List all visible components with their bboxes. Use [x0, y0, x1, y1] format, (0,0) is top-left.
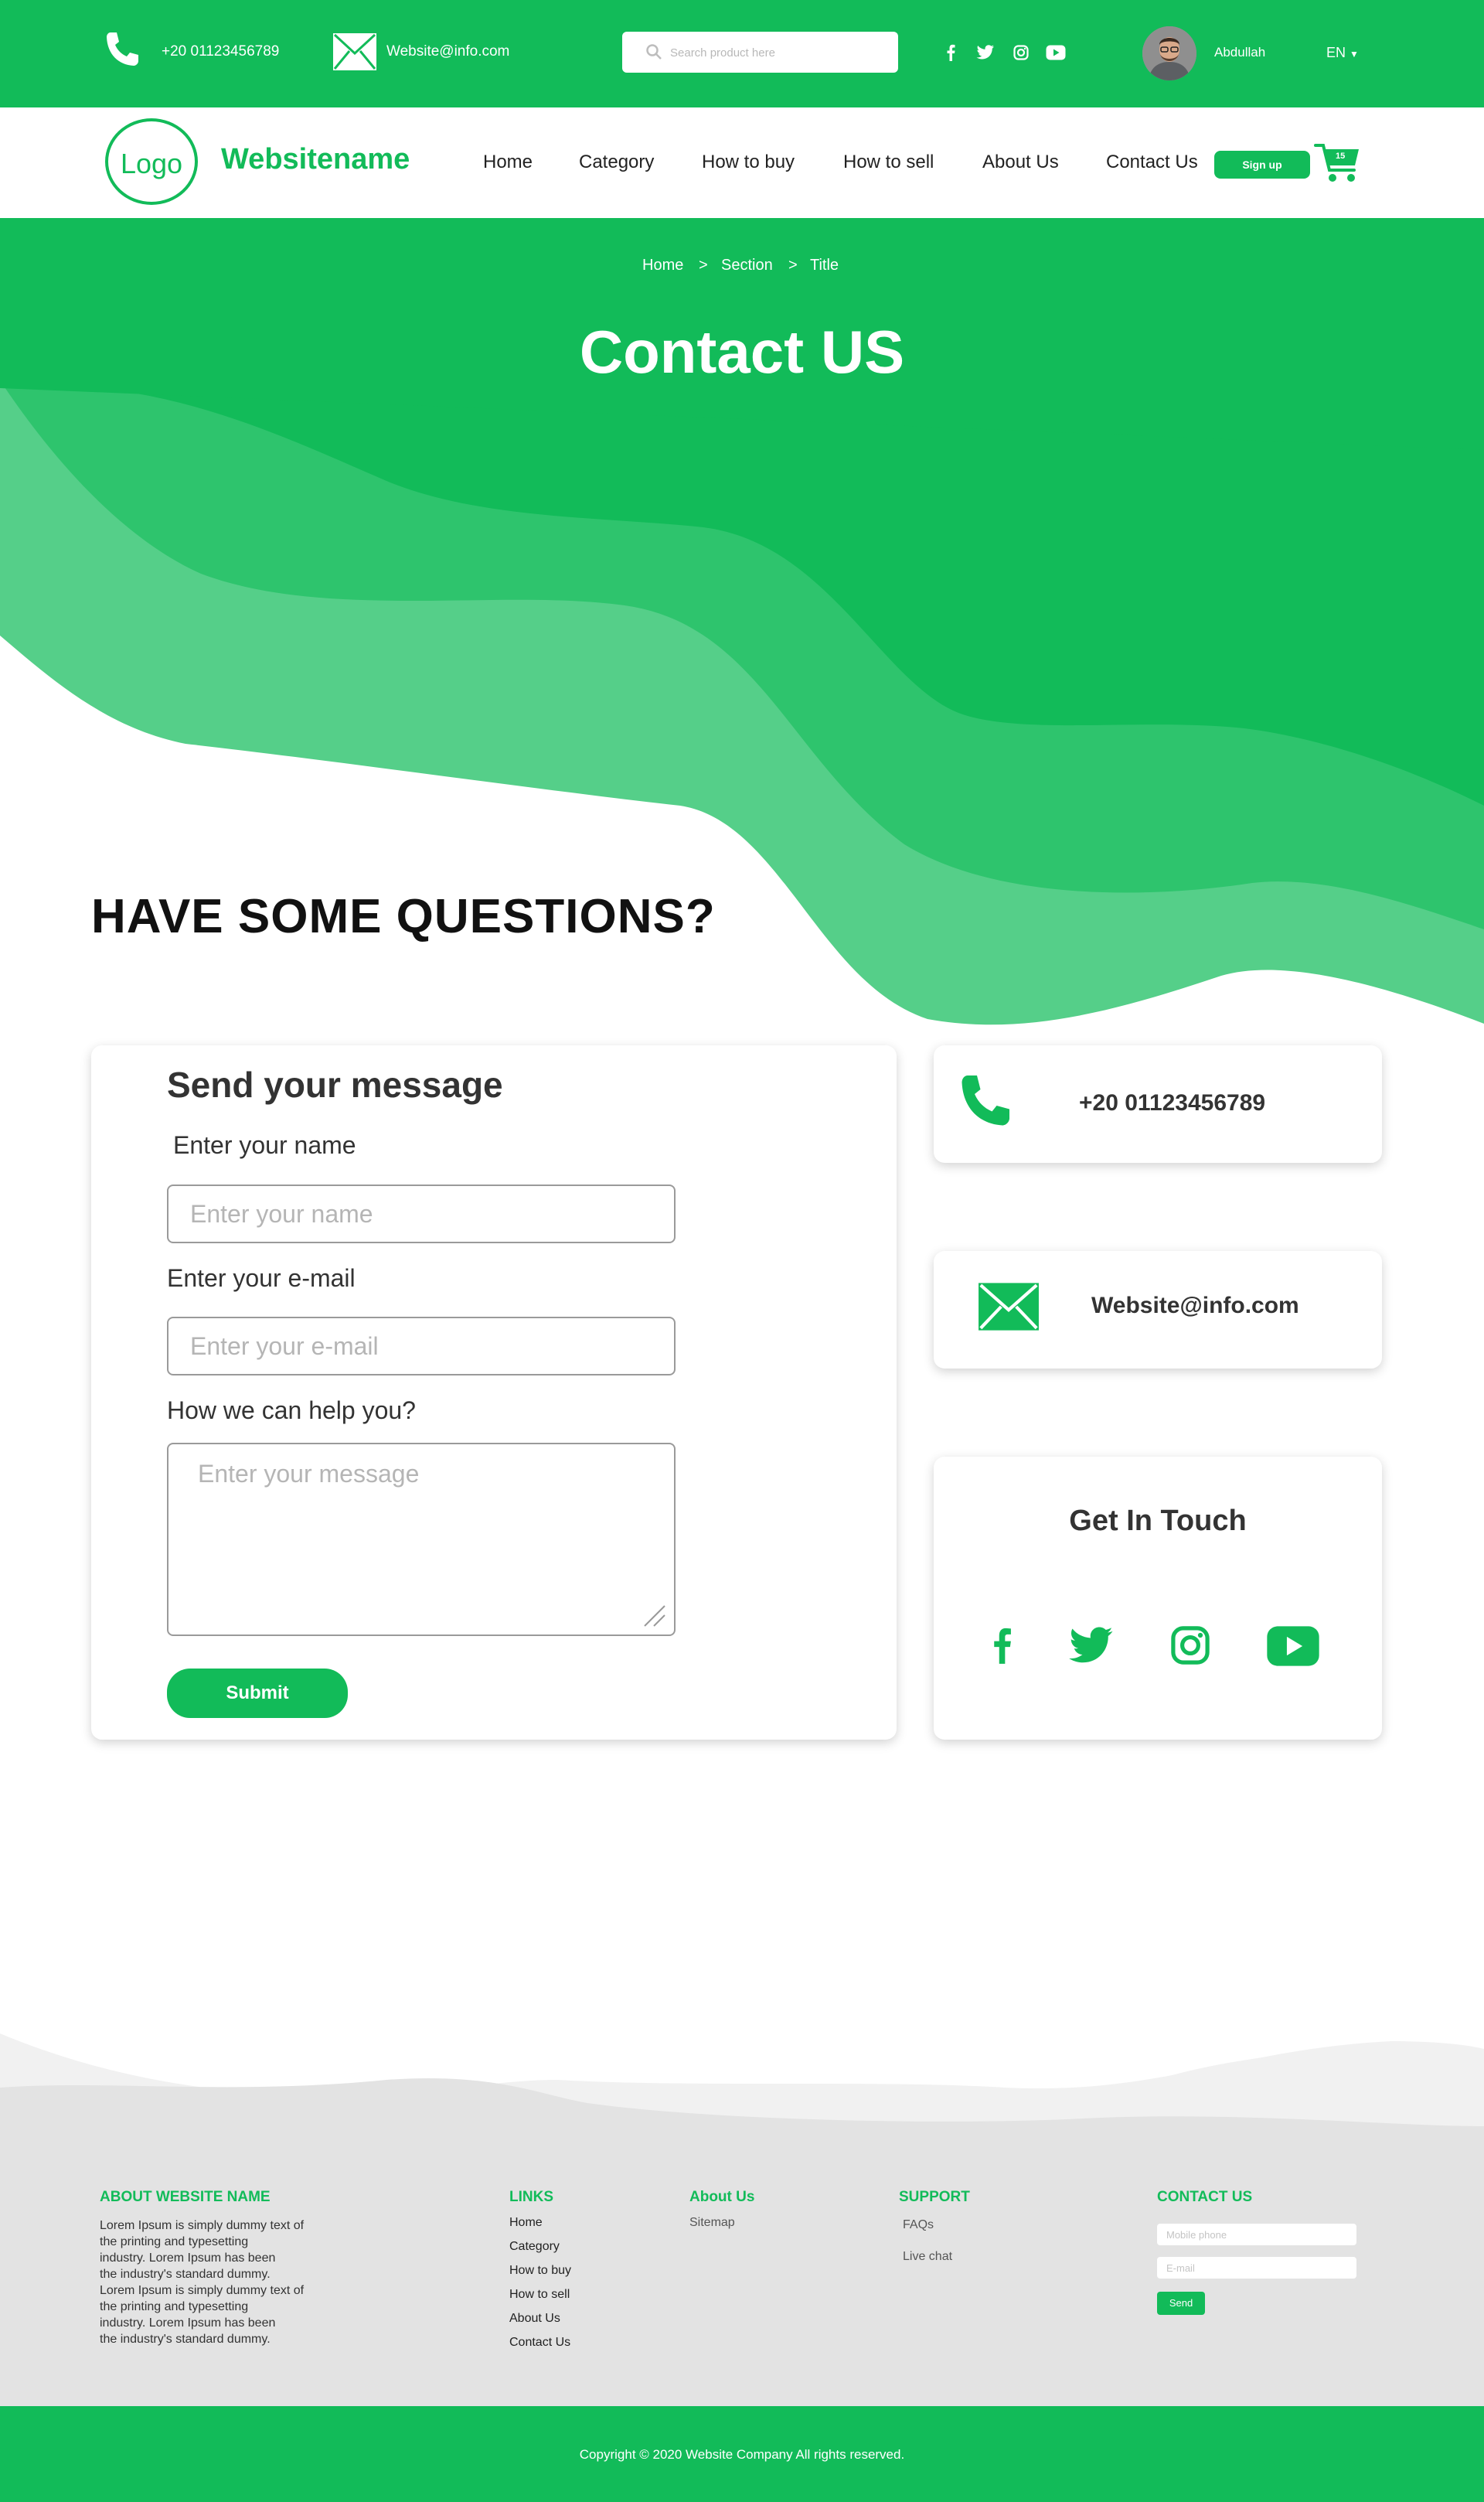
footer-about-line: industry. Lorem Ipsum has been — [100, 2251, 276, 2265]
nav-how-to-buy[interactable]: How to buy — [702, 152, 795, 173]
copyright-text: Copyright © 2020 Website Company All rig… — [579, 2447, 905, 2462]
site-name[interactable]: Websitename — [221, 143, 410, 176]
facebook-icon[interactable] — [992, 1624, 1012, 1667]
nav-about-us[interactable]: About Us — [982, 152, 1059, 173]
nav-home[interactable]: Home — [483, 152, 533, 173]
breadcrumb-home[interactable]: Home — [642, 257, 683, 274]
email-input[interactable] — [167, 1317, 676, 1375]
footer-contact-title: CONTACT US — [1157, 2189, 1253, 2205]
breadcrumb-section[interactable]: Section — [721, 257, 773, 274]
user-name[interactable]: Abdullah — [1214, 45, 1265, 60]
avatar[interactable] — [1142, 26, 1196, 80]
footer-link-live-chat[interactable]: Live chat — [903, 2250, 952, 2264]
nav-contact-us[interactable]: Contact Us — [1106, 152, 1198, 173]
email-label: Enter your e-mail — [167, 1264, 356, 1292]
mail-icon — [979, 1283, 1039, 1331]
logo[interactable]: Logo — [105, 118, 198, 205]
footer-link-contact-us[interactable]: Contact Us — [509, 2336, 570, 2350]
signup-button[interactable]: Sign up — [1214, 151, 1310, 179]
get-in-touch-card — [934, 1457, 1382, 1740]
message-label: How we can help you? — [167, 1396, 416, 1424]
footer-email-input[interactable] — [1157, 2257, 1356, 2279]
get-in-touch-heading: Get In Touch — [1069, 1505, 1247, 1537]
language-label: EN — [1326, 45, 1346, 60]
form-title: Send your message — [167, 1065, 503, 1105]
topbar-email[interactable]: Website@info.com — [386, 43, 509, 60]
search-box[interactable] — [622, 32, 898, 74]
footer-link-home[interactable]: Home — [509, 2216, 543, 2230]
breadcrumb-separator: > — [699, 257, 708, 274]
footer-link-faqs[interactable]: FAQs — [903, 2218, 934, 2232]
cart-icon[interactable] — [1314, 142, 1362, 184]
footer-links-title: LINKS — [509, 2189, 553, 2205]
footer-about-line: Lorem Ipsum is simply dummy text of — [100, 2284, 305, 2297]
footer-link-how-to-sell[interactable]: How to sell — [509, 2288, 570, 2302]
twitter-icon[interactable] — [1068, 1626, 1115, 1666]
footer-about-line: the printing and typesetting — [100, 2300, 249, 2313]
search-input[interactable] — [669, 32, 888, 74]
submit-button[interactable]: Submit — [167, 1669, 348, 1718]
cart-count: 15 — [1336, 152, 1346, 161]
breadcrumb-separator: > — [788, 257, 798, 274]
page-title: Contact US — [579, 318, 905, 386]
footer-link-about-us[interactable]: About Us — [509, 2312, 560, 2326]
footer-about-line: Lorem Ipsum is simply dummy text of — [100, 2219, 305, 2232]
contact-phone[interactable]: +20 01123456789 — [1079, 1090, 1265, 1116]
footer-about-line: the industry's standard dummy. — [100, 2268, 271, 2281]
twitter-icon[interactable] — [976, 45, 995, 60]
chevron-down-icon: ▼ — [1350, 49, 1359, 60]
footer-aboutus-title: About Us — [689, 2189, 755, 2205]
mail-icon — [333, 33, 376, 70]
facebook-icon[interactable] — [946, 44, 955, 61]
nav-how-to-sell[interactable]: How to sell — [843, 152, 934, 173]
footer-about-line: the industry's standard dummy. — [100, 2333, 271, 2346]
message-textarea[interactable] — [167, 1443, 676, 1636]
footer-send-button[interactable]: Send — [1157, 2292, 1205, 2315]
phone-icon — [962, 1075, 1009, 1126]
phone-icon — [107, 32, 138, 66]
questions-heading: HAVE SOME QUESTIONS? — [91, 890, 716, 943]
user-photo — [1142, 26, 1196, 80]
footer-support-title: SUPPORT — [899, 2189, 970, 2205]
language-select[interactable]: EN ▼ — [1326, 45, 1359, 61]
breadcrumb-title: Title — [810, 257, 839, 274]
instagram-icon[interactable] — [1170, 1625, 1210, 1665]
footer-link-category[interactable]: Category — [509, 2240, 560, 2254]
youtube-icon[interactable] — [1046, 45, 1066, 60]
resize-handle-icon[interactable] — [642, 1603, 668, 1629]
logo-text: Logo — [120, 148, 183, 179]
footer-about-text: Lorem Ipsum is simply dummy text of the … — [100, 2217, 304, 2347]
footer-mobile-input[interactable] — [1157, 2224, 1356, 2245]
search-icon — [646, 44, 662, 60]
footer-link-sitemap[interactable]: Sitemap — [689, 2216, 735, 2230]
footer-link-how-to-buy[interactable]: How to buy — [509, 2264, 571, 2278]
name-input[interactable] — [167, 1185, 676, 1243]
footer-about-line: industry. Lorem Ipsum has been — [100, 2316, 276, 2330]
contact-email[interactable]: Website@info.com — [1091, 1293, 1299, 1319]
footer-about-line: the printing and typesetting — [100, 2235, 249, 2248]
topbar-phone[interactable]: +20 01123456789 — [162, 43, 279, 60]
nav-category[interactable]: Category — [579, 152, 654, 173]
footer-about-title: ABOUT WEBSITE NAME — [100, 2189, 271, 2205]
instagram-icon[interactable] — [1013, 45, 1029, 60]
top-bar: +20 01123456789 Website@info.com Search … — [0, 0, 1484, 107]
name-label: Enter your name — [173, 1131, 356, 1159]
youtube-icon[interactable] — [1266, 1625, 1320, 1667]
